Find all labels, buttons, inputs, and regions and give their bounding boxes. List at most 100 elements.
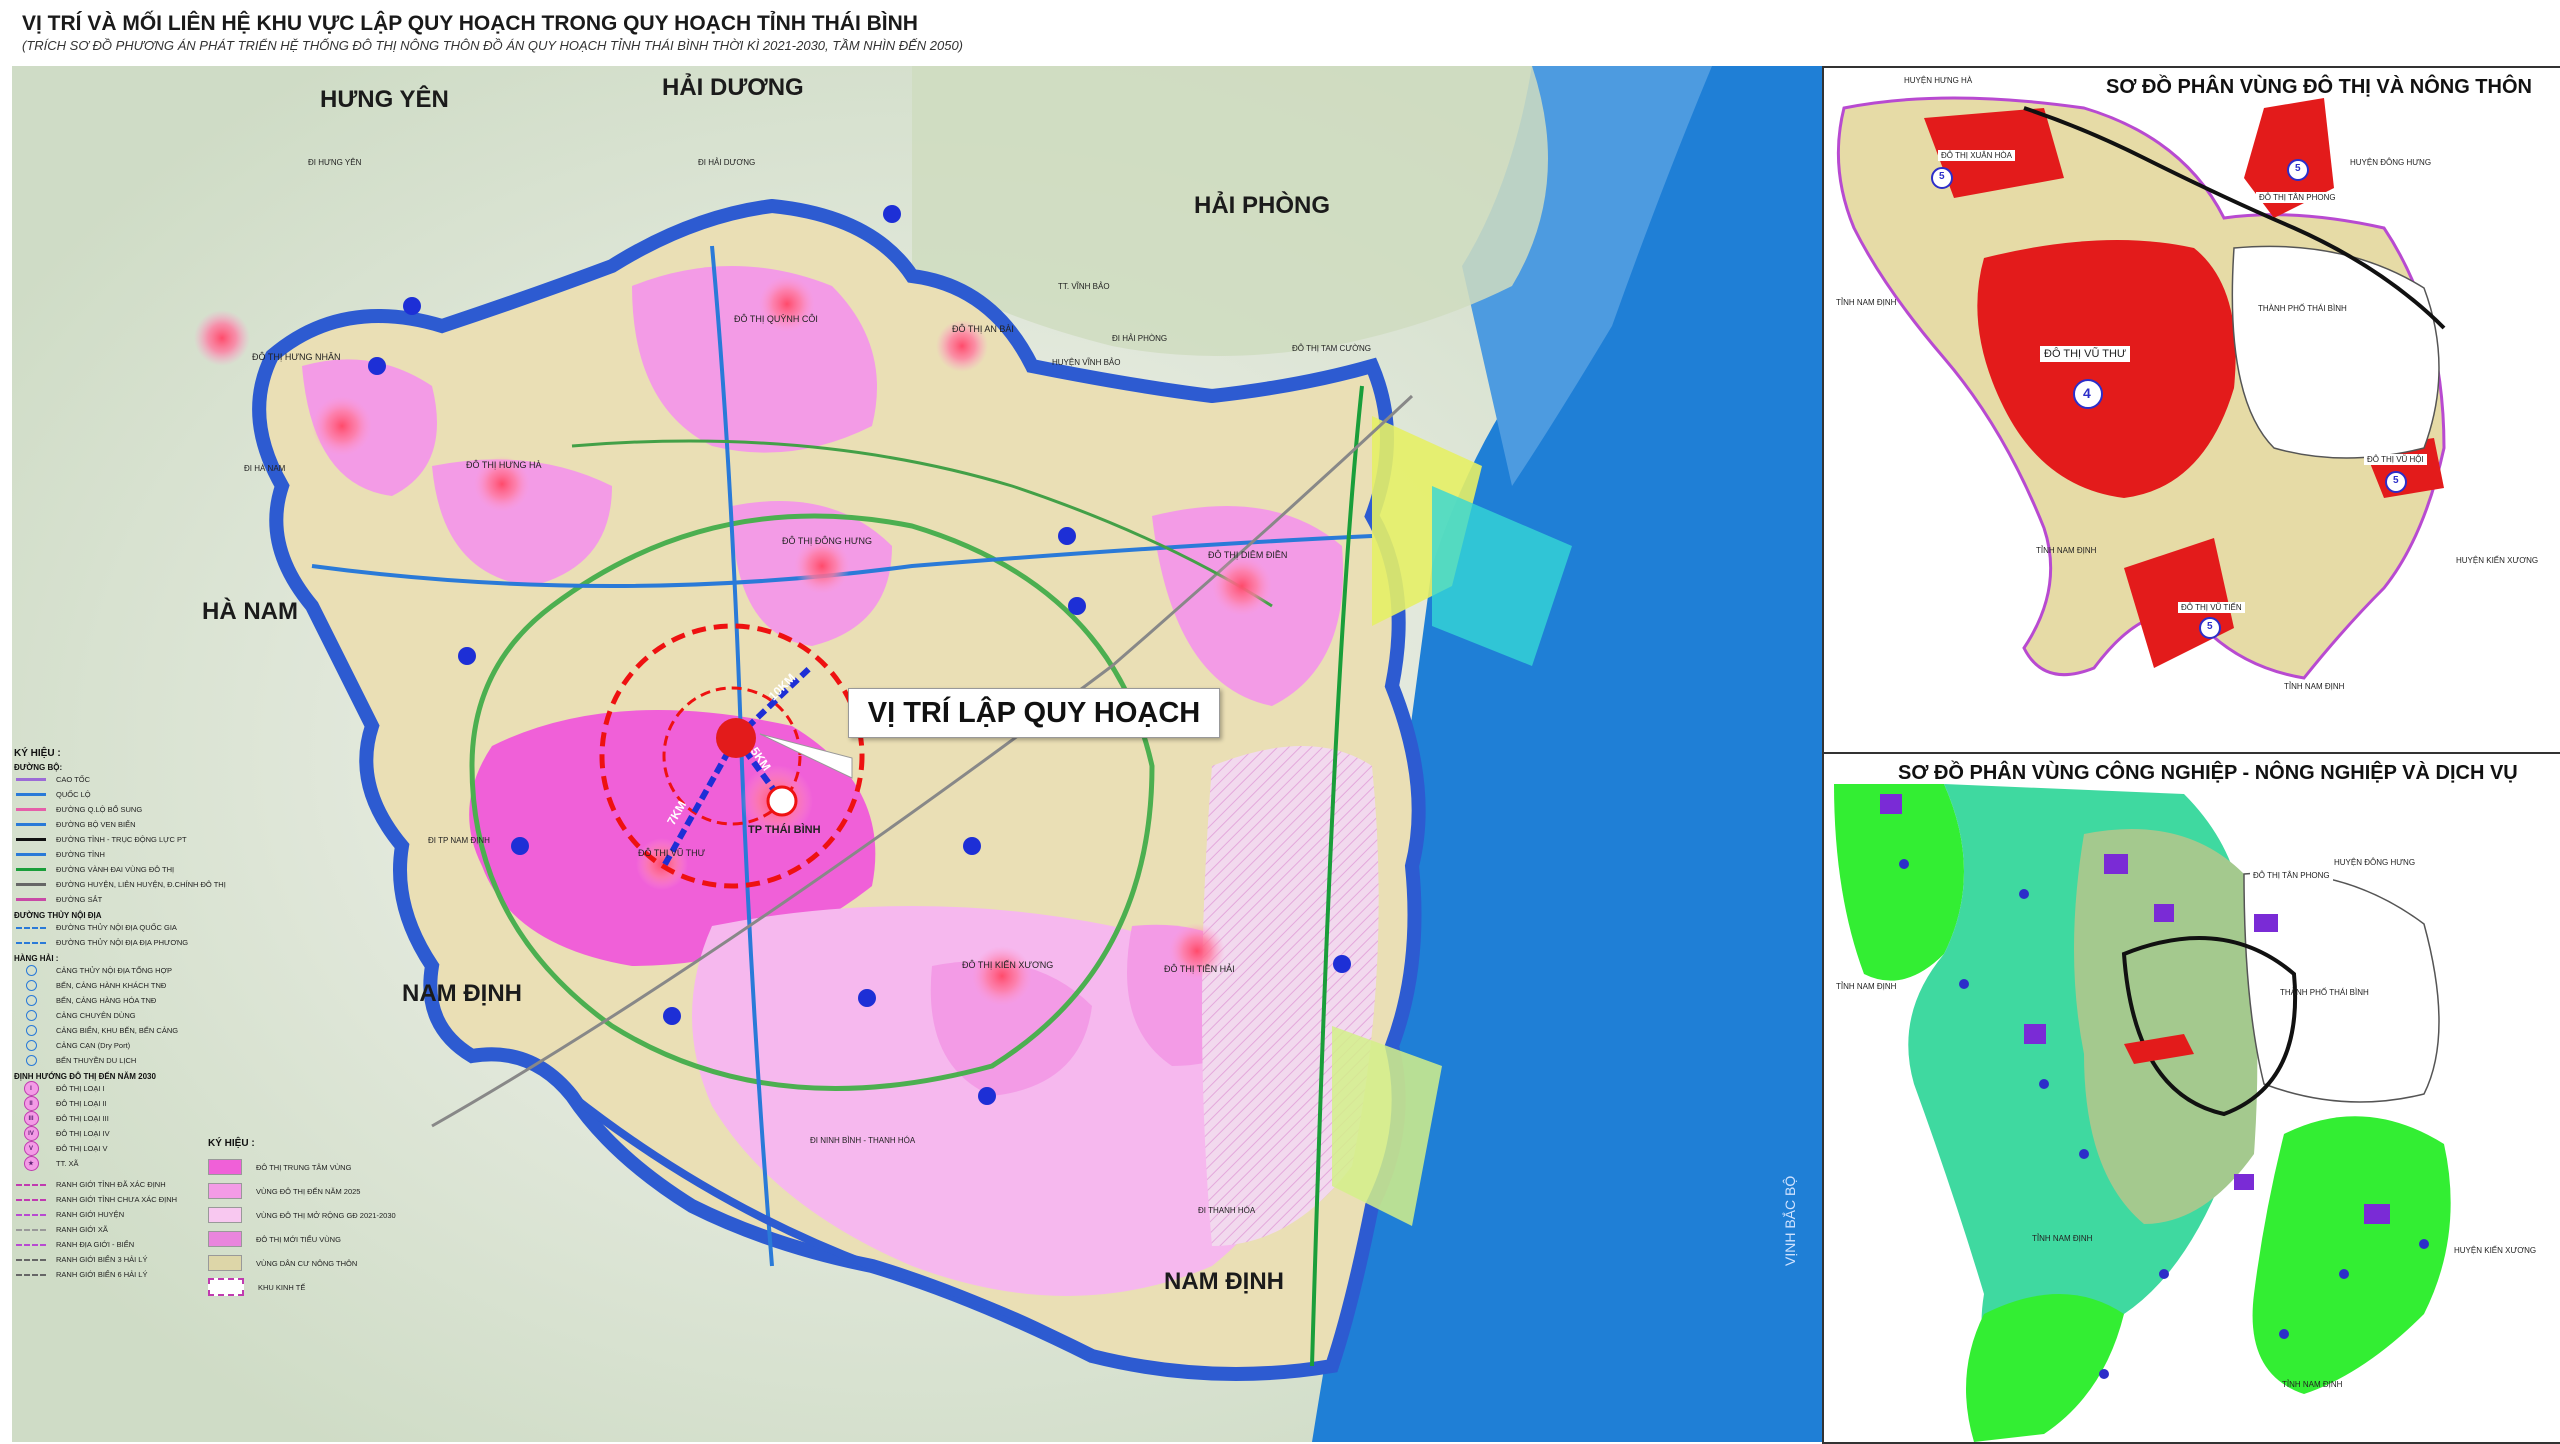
urban-class-symbol: IV (23, 1126, 39, 1141)
label-tien-hai: ĐÔ THỊ TIỀN HẢI (1164, 964, 1235, 974)
label-tp-thai-binh: TP THÁI BÌNH (748, 824, 821, 836)
inset-industry-map (1824, 754, 2560, 1442)
inset1-badge-vu-thu: 4 (2083, 385, 2091, 401)
tp-thai-binh-marker (766, 785, 798, 817)
legend-item: ĐƯỜNG BỘ VEN BIỂN (14, 817, 254, 832)
inset1-label-vu-tien: ĐÔ THỊ VŨ TIẾN (2178, 602, 2245, 613)
legend-water: ĐƯỜNG THỦY NỘI ĐỊA QUỐC GIA ĐƯỜNG THỦY NỘ… (14, 920, 254, 950)
label-di-hai-phong: ĐI HẢI PHÒNG (1112, 334, 1168, 343)
inset2-label-nam-dinh-3: TỈNH NAM ĐỊNH (2282, 1380, 2343, 1389)
legend-item: CẢNG CẠN (Dry Port) (14, 1038, 254, 1053)
legend-item: CẢNG BIỂN, KHU BẾN, BẾN CẢNG (14, 1023, 254, 1038)
legend-swatch-item: VÙNG ĐÔ THỊ ĐẾN NĂM 2025 (208, 1179, 448, 1203)
label-vinh-bac-bo: VỊNH BẮC BỘ (1782, 1175, 1798, 1266)
legend-label: RANH GIỚI BIỂN 6 HẢI LÝ (56, 1270, 148, 1279)
inset2-label-dong-hung: HUYỆN ĐÔNG HƯNG (2334, 858, 2416, 867)
label-di-ha-nam: ĐI HÀ NAM (244, 464, 286, 473)
legend-item: ĐƯỜNG Q.LỘ BỔ SUNG (14, 802, 254, 817)
legend-label: TT. XÃ (56, 1159, 79, 1168)
urban-class-symbol: ★ (23, 1156, 39, 1171)
inset1-label-vu-hoi: ĐÔ THỊ VŨ HỘI (2364, 454, 2427, 465)
inset-urban-rural[interactable]: SƠ ĐỒ PHÂN VÙNG ĐÔ THỊ VÀ NÔNG THÔN HUYỆ… (1822, 66, 2560, 754)
legend-symbol: II (14, 1096, 48, 1111)
planning-site-callout: VỊ TRÍ LẬP QUY HOẠCH (848, 688, 1220, 738)
inset1-label-nam-dinh-3: TỈNH NAM ĐỊNH (2284, 682, 2345, 691)
label-dong-hung: ĐÔ THỊ ĐÔNG HƯNG (782, 536, 873, 546)
legend-mid: KÝ HIỆU : ĐÔ THỊ TRUNG TÂM VÙNG VÙNG ĐÔ T… (208, 1138, 448, 1299)
legend-swatch-label: VÙNG ĐÔ THỊ ĐẾN NĂM 2025 (256, 1186, 361, 1196)
legend-swatch-item: VÙNG DÂN CƯ NÔNG THÔN (208, 1251, 448, 1275)
label-hung-ha: ĐÔ THỊ HƯNG HÀ (466, 460, 542, 470)
legend-item: ĐƯỜNG HUYỆN, LIÊN HUYỆN, Đ.CHÍNH ĐÔ THỊ (14, 877, 254, 892)
legend-item: ĐƯỜNG TỈNH (14, 847, 254, 862)
legend-symbol (14, 965, 48, 976)
inset1-badge-vu-tien: 5 (2207, 621, 2213, 632)
legend-swatch-label: ĐÔ THỊ TRUNG TÂM VÙNG (256, 1162, 352, 1172)
label-kien-xuong: ĐÔ THỊ KIẾN XƯƠNG (962, 960, 1054, 970)
inset1-label-hung-ha: HUYỆN HƯNG HÀ (1904, 76, 1973, 85)
inset1-badge-tan-phong: 5 (2295, 163, 2301, 174)
legend-symbol (14, 980, 48, 991)
legend-label: RANH GIỚI TỈNH ĐÃ XÁC ĐỊNH (56, 1180, 166, 1189)
inset1-label-xuan-hoa: ĐÔ THỊ XUÂN HÒA (1938, 150, 2015, 161)
legend-item: I ĐÔ THỊ LOẠI I (14, 1081, 254, 1096)
label-di-ninh-binh: ĐI NINH BÌNH - THANH HÓA (810, 1136, 916, 1145)
legend-label: RANH GIỚI XÃ (56, 1225, 108, 1234)
legend-label: RANH GIỚI BIỂN 3 HẢI LÝ (56, 1255, 148, 1264)
main-map[interactable]: HƯNG YÊN HẢI DƯƠNG HẢI PHÒNG HÀ NAM NAM … (12, 66, 1822, 1442)
legend-label: ĐƯỜNG Q.LỘ BỔ SUNG (56, 805, 143, 814)
legend-item: BẾN, CẢNG HÀNG HÓA TNĐ (14, 993, 254, 1008)
legend-symbol (14, 835, 48, 844)
legend-symbol (14, 1240, 48, 1249)
inset1-label-tan-phong: ĐÔ THỊ TÂN PHONG (2256, 192, 2339, 203)
legend-item: ĐƯỜNG TỈNH - TRỤC ĐỘNG LỰC PT (14, 832, 254, 847)
legend-item: CAO TỐC (14, 772, 254, 787)
legend-water-head: ĐƯỜNG THỦY NỘI ĐỊA (14, 911, 102, 920)
urban-class-symbol: II (23, 1096, 39, 1111)
label-tt-vinh-bao: TT. VĨNH BẢO (1058, 282, 1110, 291)
inset2-label-tp-thai-binh: THÀNH PHỐ THÁI BÌNH (2280, 988, 2369, 997)
inset2-label-nam-dinh-2: TỈNH NAM ĐỊNH (2032, 1234, 2093, 1243)
legend-symbol (14, 923, 48, 932)
inset1-title: SƠ ĐỒ PHÂN VÙNG ĐÔ THỊ VÀ NÔNG THÔN (2106, 76, 2532, 98)
legend-symbol (14, 805, 48, 814)
legend-swatch (208, 1278, 244, 1296)
inset1-badge-vu-hoi: 5 (2393, 475, 2399, 486)
legend-item: BẾN THUYỀN DU LỊCH (14, 1053, 254, 1068)
legend-symbol: I (14, 1081, 48, 1096)
label-vu-thu: ĐÔ THỊ VŨ THƯ (638, 848, 706, 858)
legend-label: ĐƯỜNG THỦY NỘI ĐỊA QUỐC GIA (56, 923, 177, 932)
legend-swatch-item: VÙNG ĐÔ THỊ MỞ RỘNG GĐ 2021-2030 (208, 1203, 448, 1227)
label-tam-cuong: ĐÔ THỊ TAM CƯỜNG (1292, 344, 1372, 353)
legend-swatch (208, 1255, 242, 1271)
legend-label: ĐƯỜNG VÀNH ĐAI VÙNG ĐÔ THỊ (56, 865, 175, 874)
legend-symbol: ★ (14, 1156, 48, 1171)
inset-urban-rural-map (1824, 68, 2560, 752)
legend-swatch (208, 1183, 242, 1199)
legend-label: RANH ĐỊA GIỚI - BIỂN (56, 1240, 135, 1249)
legend-symbol: IV (14, 1126, 48, 1141)
legend-symbol (14, 880, 48, 889)
label-ha-nam: HÀ NAM (202, 598, 298, 625)
legend-item: ĐƯỜNG SẮT (14, 892, 254, 907)
legend-label: CAO TỐC (56, 775, 91, 784)
inset1-label-tp-thai-binh: THÀNH PHỐ THÁI BÌNH (2258, 304, 2347, 313)
legend-symbol (14, 1255, 48, 1264)
legend-symbol (14, 775, 48, 784)
label-di-hung-yen: ĐI HƯNG YÊN (308, 158, 362, 167)
label-nam-dinh-south: NAM ĐỊNH (1164, 1268, 1284, 1295)
legend-swatch-label: VÙNG DÂN CƯ NÔNG THÔN (256, 1258, 358, 1268)
legend-label: ĐƯỜNG TỈNH (56, 850, 105, 859)
legend-urban-head: ĐỊNH HƯỚNG ĐÔ THỊ ĐẾN NĂM 2030 (14, 1072, 156, 1081)
inset-industry-agriculture[interactable]: SƠ ĐỒ PHÂN VÙNG CÔNG NGHIỆP - NÔNG NGHIỆ… (1822, 752, 2560, 1444)
legend-roads-head: ĐƯỜNG BỘ: (14, 763, 63, 772)
label-di-hai-duong: ĐI HẢI DƯƠNG (698, 158, 756, 167)
legend-symbol (14, 1195, 48, 1204)
page-title: VỊ TRÍ VÀ MỐI LIÊN HỆ KHU VỰC LẬP QUY HO… (22, 12, 918, 35)
inset2-label-nam-dinh-1: TỈNH NAM ĐỊNH (1836, 982, 1897, 991)
legend-symbol (14, 938, 48, 947)
legend-swatch-label: VÙNG ĐÔ THỊ MỞ RỘNG GĐ 2021-2030 (256, 1210, 396, 1220)
inset1-label-dong-hung: HUYỆN ĐÔNG HƯNG (2350, 158, 2432, 167)
legend-item: QUỐC LỘ (14, 787, 254, 802)
legend-label: QUỐC LỘ (56, 790, 91, 799)
